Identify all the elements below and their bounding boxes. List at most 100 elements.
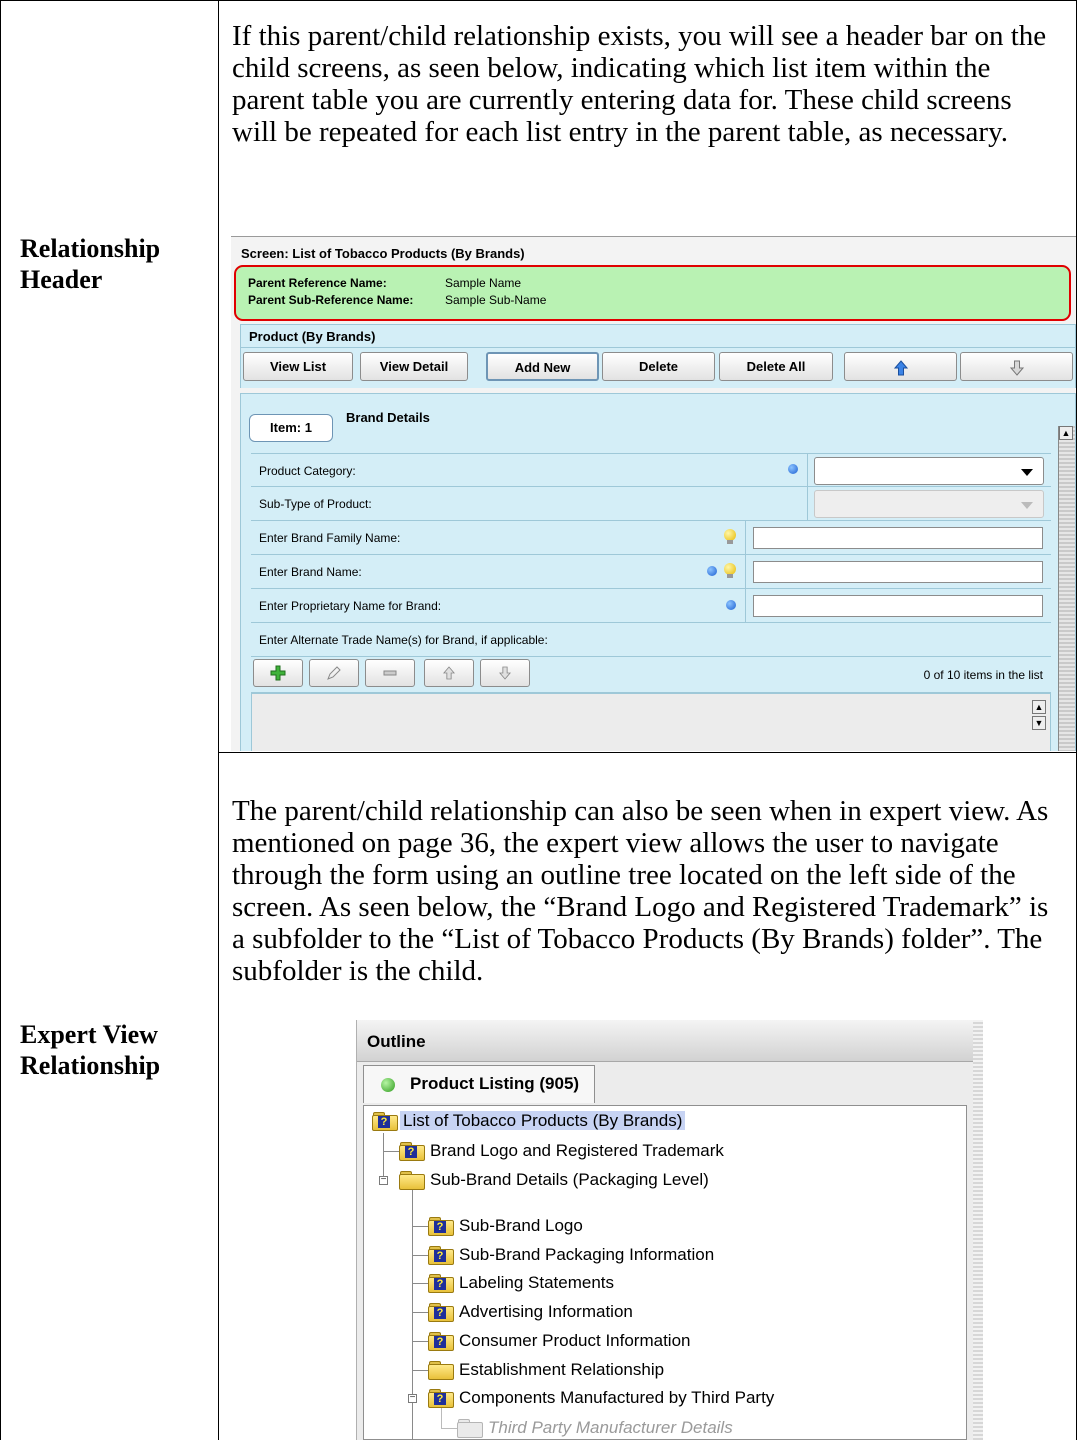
parent-sub-reference-label: Parent Sub-Reference Name:: [248, 293, 414, 307]
view-list-button[interactable]: View List: [243, 352, 353, 381]
row-label-expert-view: Expert View Relationship: [20, 1020, 161, 1080]
tree-node-labeling-statements[interactable]: ? Labeling Statements: [428, 1271, 614, 1295]
row-label-relationship-header: Relationship Header: [20, 234, 161, 294]
move-item-up-button[interactable]: [424, 659, 474, 687]
cell-divider: [745, 555, 746, 588]
chevron-down-icon: [1021, 469, 1033, 476]
action-toolbar: View List View Detail Add New Delete Del…: [240, 348, 1076, 388]
cell-divider: [745, 521, 746, 554]
folder-icon: [428, 1361, 454, 1380]
add-new-button[interactable]: Add New: [486, 352, 599, 381]
field-label: Enter Brand Family Name:: [259, 531, 401, 545]
vertical-scrollbar[interactable]: ▲: [1058, 426, 1075, 751]
folder-help-icon: ?: [399, 1142, 425, 1161]
tab-label: Product Listing (905): [410, 1074, 580, 1093]
collapse-toggle[interactable]: −: [379, 1175, 388, 1185]
list-scroll-down[interactable]: ▼: [1032, 716, 1046, 730]
folder-help-icon: ?: [428, 1389, 454, 1408]
arrow-down-icon: [1009, 360, 1024, 376]
field-row-product-category: Product Category:: [251, 453, 1051, 487]
tree-node-establishment-relationship[interactable]: Establishment Relationship: [428, 1358, 664, 1382]
table-column-divider: [218, 0, 219, 1440]
tree-node-third-party-manufacturer[interactable]: Third Party Manufacturer Details: [457, 1416, 733, 1440]
tree-node-components-third-party[interactable]: ? Components Manufactured by Third Party: [428, 1386, 774, 1410]
child-screen-screenshot: Screen: List of Tobacco Products (By Bra…: [231, 236, 1076, 751]
add-item-button[interactable]: [253, 659, 303, 687]
list-scroll-up[interactable]: ▲: [1032, 700, 1046, 714]
field-row-brand-name: Enter Brand Name:: [251, 555, 1051, 589]
move-item-down-button[interactable]: [480, 659, 530, 687]
folder-icon: [457, 1419, 483, 1438]
brand-family-name-input[interactable]: [753, 527, 1043, 549]
pencil-icon: [327, 666, 341, 680]
required-dot-icon: [788, 464, 798, 474]
move-down-button[interactable]: [960, 352, 1073, 381]
delete-button[interactable]: Delete: [602, 352, 715, 381]
table-top-border: [0, 0, 1077, 1]
edit-item-button[interactable]: [309, 659, 359, 687]
field-row-sub-type: Sub-Type of Product:: [251, 487, 1051, 521]
field-label: Product Category:: [259, 464, 356, 478]
proprietary-name-input[interactable]: [753, 595, 1043, 617]
paragraph-expert-view: The parent/child relationship can also b…: [232, 795, 1049, 987]
folder-help-icon: ?: [428, 1246, 454, 1265]
list-count: 0 of 10 items in the list: [923, 668, 1043, 682]
arrow-up-icon: [442, 666, 456, 680]
brand-name-input[interactable]: [753, 561, 1043, 583]
collapse-toggle[interactable]: −: [408, 1393, 417, 1403]
required-dot-icon: [707, 566, 717, 576]
field-label: Enter Alternate Trade Name(s) for Brand,…: [259, 633, 548, 647]
arrow-down-icon: [498, 666, 512, 680]
folder-help-icon: ?: [372, 1112, 398, 1131]
folder-help-icon: ?: [428, 1274, 454, 1293]
minus-icon: [383, 670, 397, 676]
folder-help-icon: ?: [428, 1217, 454, 1236]
table-left-border: [0, 0, 1, 1440]
alternate-names-list[interactable]: ▲ ▼: [251, 693, 1051, 751]
parent-reference-value: Sample Name: [445, 276, 522, 290]
scroll-up-button[interactable]: ▲: [1059, 426, 1073, 440]
folder-icon: [399, 1171, 425, 1190]
field-row-brand-family-name: Enter Brand Family Name:: [251, 521, 1051, 555]
move-up-button[interactable]: [844, 352, 957, 381]
tab-product-listing[interactable]: Product Listing (905): [363, 1065, 595, 1103]
hint-bulb-icon: [724, 529, 736, 545]
screen-title: Screen: List of Tobacco Products (By Bra…: [241, 246, 525, 261]
cell-divider: [807, 454, 808, 486]
folder-help-icon: ?: [428, 1332, 454, 1351]
folder-help-icon: ?: [428, 1303, 454, 1322]
status-dot-icon: [381, 1078, 395, 1092]
brand-details-section: Item: 1 Brand Details Product Category: …: [240, 393, 1076, 751]
tree-node-advertising-information[interactable]: ? Advertising Information: [428, 1300, 633, 1324]
required-dot-icon: [726, 600, 736, 610]
cell-divider: [745, 589, 746, 622]
view-detail-button[interactable]: View Detail: [360, 352, 468, 381]
plus-icon: [270, 665, 286, 681]
tree-node-sub-brand-details[interactable]: Sub-Brand Details (Packaging Level): [399, 1168, 709, 1192]
outline-tree-screenshot: Outline Product Listing (905) − − ? List…: [356, 1020, 983, 1440]
delete-all-button[interactable]: Delete All: [719, 352, 833, 381]
splitter-handle[interactable]: [973, 1020, 983, 1440]
tree-node-list-of-tobacco-products[interactable]: ? List of Tobacco Products (By Brands): [372, 1109, 686, 1133]
outline-tree: − − ? List of Tobacco Products (By Brand…: [363, 1105, 967, 1440]
field-row-proprietary-name: Enter Proprietary Name for Brand:: [251, 589, 1051, 623]
sub-type-dropdown[interactable]: [814, 490, 1044, 518]
tree-node-consumer-product-information[interactable]: ? Consumer Product Information: [428, 1329, 691, 1353]
outline-title: Outline: [357, 1020, 973, 1062]
parent-sub-reference-value: Sample Sub-Name: [445, 293, 547, 307]
field-label: Sub-Type of Product:: [259, 497, 372, 511]
product-category-dropdown[interactable]: [814, 457, 1044, 485]
paragraph-relationship-header: If this parent/child relationship exists…: [232, 20, 1047, 148]
tree-line: [383, 1133, 384, 1151]
remove-item-button[interactable]: [365, 659, 415, 687]
relationship-header-bar: Parent Reference Name: Sample Name Paren…: [234, 265, 1071, 321]
item-tab[interactable]: Item: 1: [249, 414, 333, 442]
tree-node-sub-brand-logo[interactable]: ? Sub-Brand Logo: [428, 1214, 583, 1238]
list-toolbar: 0 of 10 items in the list: [251, 657, 1051, 693]
cell-divider: [807, 487, 808, 520]
tree-node-sub-brand-packaging[interactable]: ? Sub-Brand Packaging Information: [428, 1243, 714, 1267]
field-row-alternate-trade-names: Enter Alternate Trade Name(s) for Brand,…: [251, 623, 1051, 657]
parent-reference-label: Parent Reference Name:: [248, 276, 387, 290]
arrow-up-icon: [893, 359, 908, 376]
tree-node-brand-logo[interactable]: ? Brand Logo and Registered Trademark: [399, 1139, 724, 1163]
